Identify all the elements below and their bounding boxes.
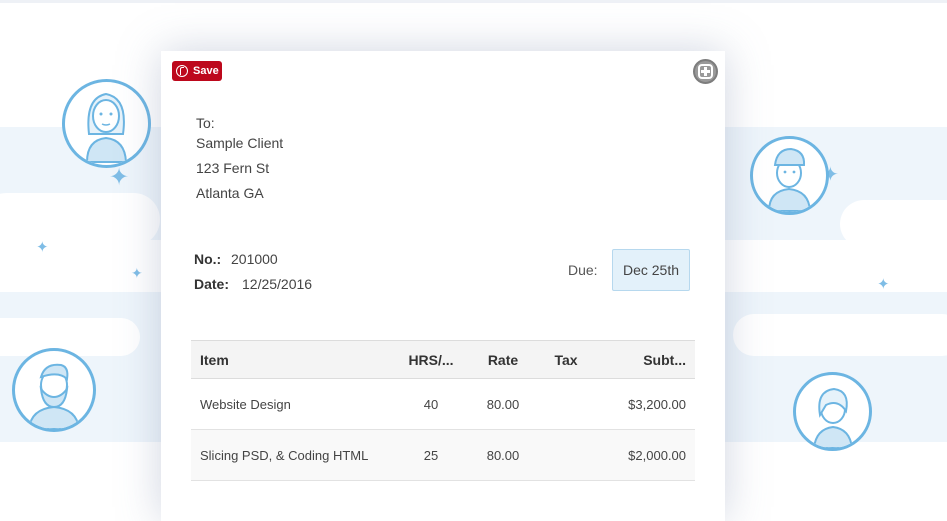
invoice-date-value: 12/25/2016 [242, 276, 313, 292]
woman-avatar-icon [62, 79, 151, 168]
cell-subtotal: $3,200.00 [595, 378, 695, 430]
pinterest-icon [176, 65, 188, 77]
table-row: Website Design 40 80.00 $3,200.00 [191, 378, 695, 430]
table-header-row: Item HRS/... Rate Tax Subt... [191, 340, 695, 379]
cell-item: Slicing PSD, & Coding HTML [191, 429, 393, 481]
due-label: Due: [568, 262, 598, 278]
column-header-item: Item [191, 340, 393, 379]
invoice-items-table: Item HRS/... Rate Tax Subt... Website De… [191, 340, 695, 481]
column-header-tax: Tax [537, 340, 595, 379]
column-header-rate: Rate [469, 340, 537, 379]
cell-hrs: 40 [393, 378, 469, 430]
cell-subtotal: $2,000.00 [595, 429, 695, 481]
sparkle-icon: ✦ [109, 164, 130, 191]
invoice-date-label: Date: [194, 276, 230, 292]
column-header-subtotal: Subt... [595, 340, 695, 379]
column-header-hrs: HRS/... [393, 340, 469, 379]
plus-circle-icon[interactable] [693, 59, 718, 84]
pinterest-save-button[interactable]: Save [172, 61, 222, 81]
invoice-panel: Save To: Sample Client 123 Fern St Atlan… [161, 51, 725, 521]
beanie-man-avatar-icon [750, 136, 829, 215]
client-name: Sample Client [196, 135, 284, 151]
to-label: To: [196, 115, 215, 131]
cell-hrs: 25 [393, 429, 469, 481]
cell-tax [537, 429, 595, 481]
invoice-number-label: No.: [194, 251, 222, 267]
sparkle-icon: ✦ [131, 265, 143, 281]
cell-item: Website Design [191, 378, 393, 430]
background-cloud [0, 193, 160, 246]
cell-rate: 80.00 [469, 429, 537, 481]
sparkle-icon: ✦ [36, 239, 49, 256]
due-date-field[interactable]: Dec 25th [612, 249, 690, 291]
cell-tax [537, 378, 595, 430]
address-line-1: 123 Fern St [196, 160, 270, 176]
sparkle-icon: ✦ [877, 276, 890, 293]
top-divider [0, 0, 947, 3]
bearded-man-avatar-icon [12, 348, 96, 432]
address-line-2: Atlanta GA [196, 185, 264, 201]
save-button-label: Save [193, 65, 219, 77]
invoice-number-value: 201000 [231, 251, 278, 267]
cell-rate: 80.00 [469, 378, 537, 430]
table-row: Slicing PSD, & Coding HTML 25 80.00 $2,0… [191, 429, 695, 481]
background-cloud [733, 314, 947, 356]
background-cloud [840, 200, 947, 248]
girl-avatar-icon [793, 372, 872, 451]
